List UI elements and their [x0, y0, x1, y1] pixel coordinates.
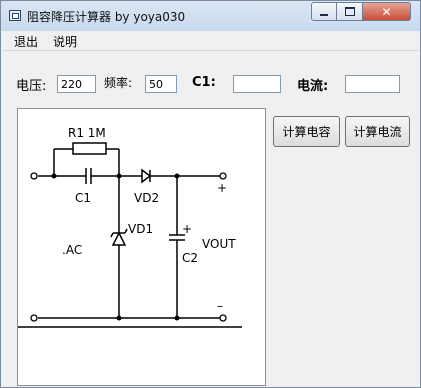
label-ac: .AC — [62, 243, 82, 257]
voltage-label: 电压: — [16, 79, 47, 94]
close-icon: ✕ — [381, 4, 392, 19]
frequency-label: 频率: — [104, 76, 133, 90]
label-r1: R1 1M — [68, 126, 106, 140]
diode-vd2 — [141, 168, 152, 184]
diode-vd1-tick — [124, 228, 128, 234]
calc-capacitance-button[interactable]: 计算电容 — [273, 116, 340, 147]
label-plus-cap: + — [182, 222, 192, 236]
maximize-icon — [344, 7, 355, 16]
diode-vd1-tick — [110, 232, 114, 238]
close-button[interactable]: ✕ — [363, 2, 411, 21]
diode-vd1 — [111, 231, 127, 246]
circuit-svg: R1 1M C1 VD2 VD1 .AC C2 VOUT + + – — [18, 126, 242, 328]
window-title: 阻容降压计算器 by yoya030 — [27, 10, 186, 24]
calc-current-button[interactable]: 计算电流 — [345, 116, 410, 147]
resistor-r1 — [72, 142, 107, 155]
menu-item-exit[interactable]: 退出 — [14, 33, 38, 50]
terminal — [219, 172, 227, 180]
terminal — [30, 314, 38, 322]
frequency-input[interactable] — [145, 75, 177, 93]
app-icon — [9, 10, 21, 21]
terminal — [219, 314, 227, 322]
label-vd1: VD1 — [128, 222, 153, 236]
junction-dot — [116, 173, 122, 179]
label-vout: VOUT — [202, 237, 236, 251]
junction-dot — [51, 173, 57, 179]
title-bar[interactable]: 阻容降压计算器 by yoya030 ✕ — [1, 1, 420, 31]
c1-input[interactable] — [233, 75, 281, 93]
label-minus-out: – — [217, 299, 223, 313]
menu-bar: 退出 说明 — [2, 31, 419, 51]
junction-dot — [116, 315, 122, 321]
c1-label: C1: — [192, 75, 216, 90]
minimize-icon — [320, 13, 328, 16]
label-c1: C1 — [75, 191, 91, 205]
circuit-diagram: R1 1M C1 VD2 VD1 .AC C2 VOUT + + – — [17, 108, 266, 386]
label-c2: C2 — [182, 251, 198, 265]
maximize-button[interactable] — [337, 2, 363, 21]
current-input[interactable] — [345, 75, 400, 93]
junction-dot — [174, 315, 180, 321]
label-vd2: VD2 — [134, 191, 159, 205]
client-area: 电压: 频率: C1: 电流: 计算电容 计算电流 — [2, 51, 419, 386]
app-window: 阻容降压计算器 by yoya030 ✕ 退出 说明 电压: 频率: C1: 电… — [0, 0, 421, 388]
terminal — [30, 172, 38, 180]
junction-dot — [174, 173, 180, 179]
label-plus-out: + — [217, 181, 227, 195]
voltage-input[interactable] — [57, 75, 96, 93]
menu-item-help[interactable]: 说明 — [53, 33, 77, 50]
minimize-button[interactable] — [311, 2, 337, 21]
current-label: 电流: — [297, 79, 329, 94]
